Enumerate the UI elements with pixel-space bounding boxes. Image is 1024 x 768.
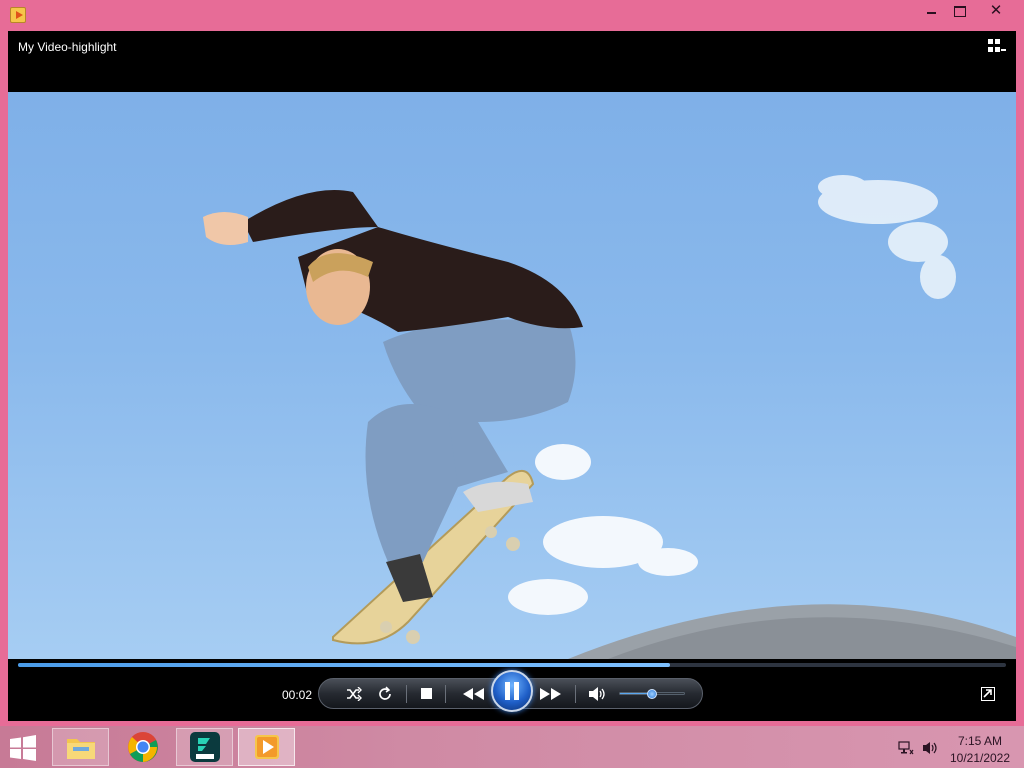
control-divider: [445, 685, 446, 703]
control-divider: [575, 685, 576, 703]
taskbar: [0, 726, 1024, 768]
volume-thumb[interactable]: [647, 689, 657, 699]
clock-time: 7:15 AM: [957, 734, 1003, 748]
system-clock[interactable]: 7:15 AM 10/21/2022: [944, 733, 1016, 767]
cloud-upper-right: [818, 175, 956, 299]
seek-progress: [18, 663, 671, 667]
chrome-icon[interactable]: [114, 728, 171, 766]
minimize-button[interactable]: [916, 0, 946, 22]
hand: [203, 212, 248, 246]
file-explorer-icon[interactable]: [52, 728, 109, 766]
repeat-icon[interactable]: [374, 679, 396, 708]
current-time: 00:02: [282, 688, 313, 702]
skateboarder-scene: [203, 175, 1016, 659]
title-bar[interactable]: ✕: [0, 0, 1024, 30]
pause-button[interactable]: [491, 670, 533, 712]
cloud-lower: [508, 444, 698, 615]
stop-icon[interactable]: [415, 679, 437, 708]
start-button[interactable]: [8, 735, 38, 761]
player-header: My Video-highlight: [8, 31, 1016, 92]
video-title: My Video-highlight: [18, 40, 117, 54]
pause-icon: [505, 682, 519, 700]
seek-bar[interactable]: [18, 663, 1006, 667]
volume-tray-icon[interactable]: [922, 740, 938, 756]
windows-logo-icon: [10, 735, 36, 761]
maximize-button[interactable]: [945, 0, 973, 22]
control-divider: [406, 685, 407, 703]
close-button[interactable]: ✕: [974, 0, 1018, 22]
switch-to-library-icon[interactable]: [988, 39, 1006, 55]
speaker-icon[interactable]: [585, 679, 609, 708]
media-player-window: ✕ My Video-highlight 00:02: [0, 0, 1024, 726]
playback-controls: [318, 670, 703, 712]
rewind-icon[interactable]: [459, 679, 489, 708]
video-frame[interactable]: [8, 92, 1016, 659]
network-icon[interactable]: [898, 740, 914, 756]
filmora-icon[interactable]: [176, 728, 233, 766]
media-player-icon[interactable]: [238, 728, 295, 766]
shuffle-icon[interactable]: [343, 679, 365, 708]
media-player-app-icon[interactable]: [10, 7, 26, 23]
clock-date: 10/21/2022: [949, 751, 1011, 765]
fast-forward-icon[interactable]: [536, 679, 566, 708]
fullscreen-icon[interactable]: [981, 687, 995, 701]
volume-slider[interactable]: [619, 689, 685, 699]
arm: [243, 190, 378, 242]
player-area: My Video-highlight 00:02: [8, 31, 1016, 721]
